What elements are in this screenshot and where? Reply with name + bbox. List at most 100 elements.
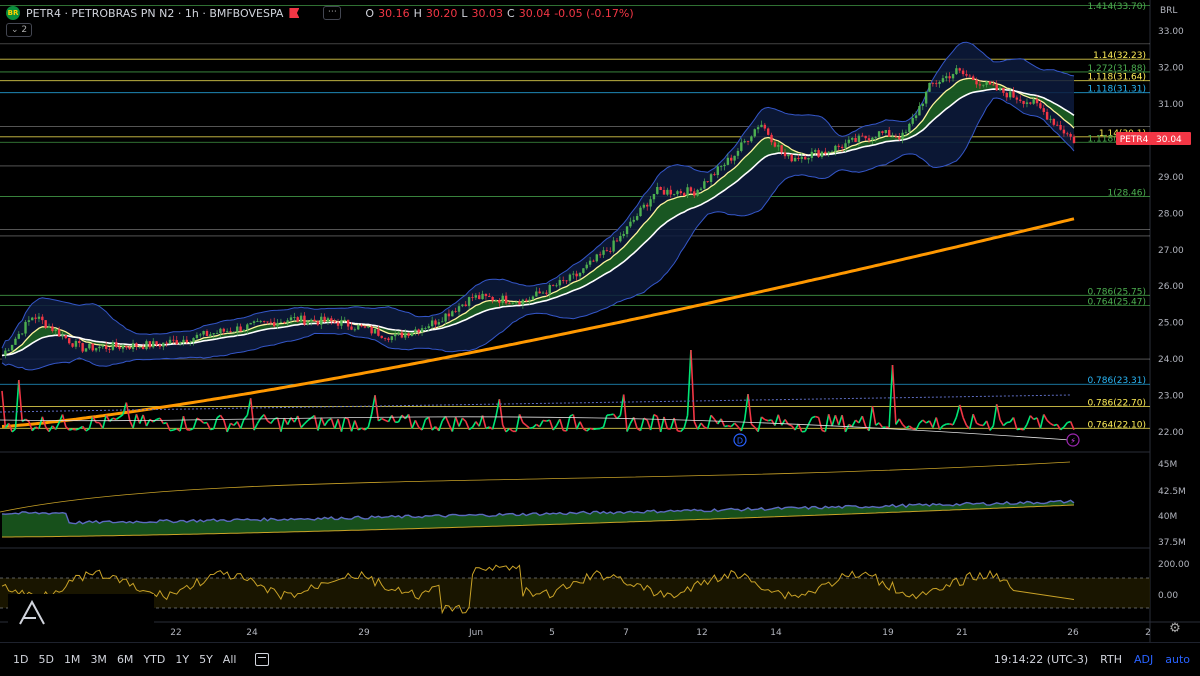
oscillator-segment [160,418,163,423]
tradingview-logo[interactable] [8,594,154,636]
oscillator-segment [520,414,523,422]
flag-icon[interactable] [289,8,299,18]
oscillator-segment [506,429,509,432]
candle-body [636,216,638,220]
candle-body [612,241,614,252]
timeframe-6m[interactable]: 6M [112,653,139,666]
oscillator-segment [1061,427,1064,430]
candle-body [791,155,793,162]
indicators-toggle[interactable]: ⌄ 2 [6,23,32,37]
candle-body [979,84,981,85]
oscillator-segment [587,428,590,431]
candle-body [952,74,954,78]
oscillator-segment [835,415,838,425]
candle-body [360,325,362,326]
candle-body [569,275,571,281]
oscillator-segment [923,420,926,423]
candle-body [992,85,994,86]
candle-body [525,300,527,301]
candle-body [297,317,299,322]
oscillator-segment [173,429,176,430]
clock[interactable]: 19:14:22 (UTC-3) [994,653,1088,666]
candle-body [542,293,544,294]
candle-body [1043,108,1045,112]
candle-body [88,344,90,349]
candle-body [522,300,524,305]
candle-body [370,327,372,334]
oscillator-segment [15,380,18,429]
oscillator-segment [49,426,52,432]
oscillator-segment [351,420,354,431]
oscillator-segment [627,423,630,431]
candle-body [757,127,759,129]
oscillator-segment [970,414,973,429]
candle-body [226,331,228,332]
candle-body [270,322,272,323]
oscillator-segment [469,427,472,429]
oscillator-segment [526,425,529,428]
candle-body [132,343,134,349]
low-value: 30.03 [472,7,504,20]
dividend-marker-label: D [737,437,743,446]
oscillator-segment [795,424,798,430]
low-label: L [461,7,467,20]
petrobras-logo-icon: BR [6,6,20,20]
timeframe-5d[interactable]: 5D [33,653,58,666]
candle-body [192,338,194,342]
oscillator-segment [499,399,502,425]
oscillator-segment [19,380,22,421]
candle-body [1046,112,1048,120]
candle-body [599,254,601,255]
auto-scale-toggle[interactable]: auto [1165,653,1190,666]
candle-body [44,320,46,328]
candle-body [740,142,742,151]
status-right: 19:14:22 (UTC-3) RTH ADJ auto [994,653,1190,666]
timeframe-all[interactable]: All [218,653,242,666]
candle-body [1022,101,1024,104]
candle-body [176,340,178,344]
candle-body [707,181,709,182]
timeframe-1y[interactable]: 1Y [170,653,194,666]
oscillator-segment [960,405,963,418]
candle-body [512,303,514,304]
oscillator-segment [748,394,751,424]
candle-body [11,345,13,350]
oscillator-segment [721,419,724,427]
symbol-title[interactable]: PETR4 · PETROBRAS PN N2 · 1h · BMFBOVESP… [26,7,283,20]
date-range-calendar-icon[interactable] [255,653,269,666]
candle-body [948,76,950,78]
settings-gear-icon[interactable]: ⚙ [1168,622,1182,636]
oscillator-segment [684,416,687,428]
volume-tick: 37.5M [1158,538,1186,548]
oscillator-segment [775,415,778,426]
candle-body [189,342,191,343]
oscillator-segment [224,420,227,432]
oscillator-segment [758,417,761,432]
oscillator-segment [227,423,230,432]
candle-body [18,334,20,339]
candle-body [491,297,493,301]
price-tick: 25.00 [1158,319,1184,329]
oscillator-segment [210,429,213,430]
timeframe-1d[interactable]: 1D [8,653,33,666]
candle-body [982,85,984,86]
oscillator-segment [624,394,627,431]
candle-body [421,328,423,332]
candle-body [1066,133,1068,134]
candle-body [438,322,440,324]
more-options-icon[interactable]: ⋯ [323,6,341,20]
adj-toggle[interactable]: ADJ [1134,653,1153,666]
candle-body [34,318,36,319]
timeframe-5y[interactable]: 5Y [194,653,218,666]
candle-body [374,329,376,334]
timeframe-3m[interactable]: 3M [85,653,112,666]
oscillator-segment [120,415,123,418]
candle-body [999,88,1001,91]
timeframe-ytd[interactable]: YTD [138,653,170,666]
oscillator-segment [116,417,119,419]
candle-body [1059,125,1061,130]
session-toggle[interactable]: RTH [1100,653,1122,666]
candle-body [182,340,184,343]
chart-canvas[interactable]: 1.414(33.70)1.14(32.23)1.272(31.88)1.118… [0,0,1200,642]
timeframe-1m[interactable]: 1M [59,653,86,666]
